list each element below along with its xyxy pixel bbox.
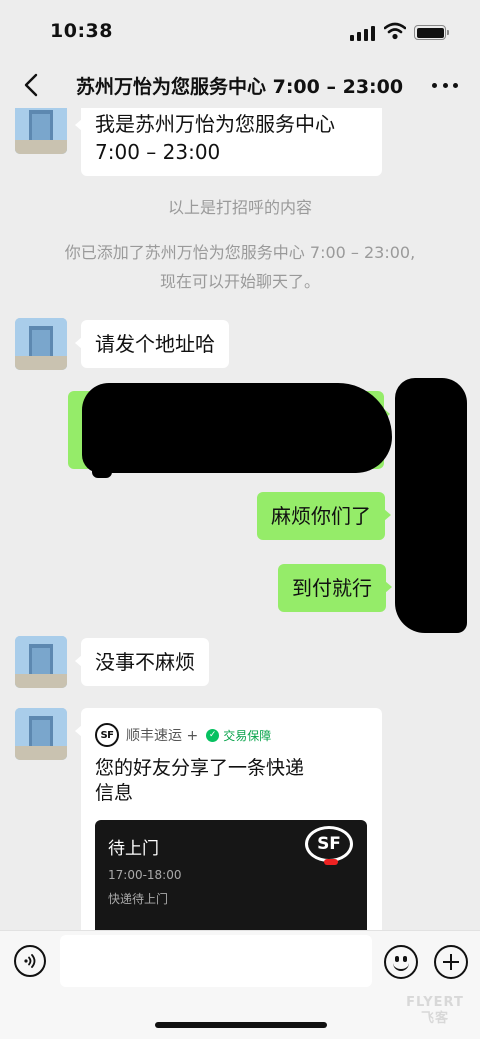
message-text: 到付就行 bbox=[292, 576, 372, 600]
message-bubble-received[interactable]: 我是苏州万怡为您服务中心 7:00 – 23:00 bbox=[75, 108, 382, 176]
more-options-button[interactable] bbox=[432, 74, 458, 96]
delivery-status-panel: 待上门 17:00-18:00 快递待上门 SF bbox=[95, 820, 367, 930]
back-button[interactable] bbox=[16, 70, 46, 100]
battery-icon bbox=[414, 25, 449, 40]
card-text: 信息 bbox=[95, 782, 134, 804]
message-bubble-received[interactable]: 请发个地址哈 bbox=[75, 320, 229, 368]
message-list[interactable]: 我是苏州万怡为您服务中心 7:00 – 23:00 以上是打招呼的内容 你已添加… bbox=[0, 108, 480, 930]
message-bubble-received[interactable]: 没事不麻烦 bbox=[75, 638, 209, 686]
guarantee-badge: ✓ 交易保障 bbox=[206, 727, 271, 744]
emoji-button[interactable] bbox=[384, 945, 418, 979]
redaction-mark bbox=[82, 383, 392, 473]
flyert-watermark: FLYERT 飞客 bbox=[406, 995, 464, 1026]
more-dots-icon bbox=[432, 82, 437, 88]
sf-logo-icon: SF bbox=[95, 723, 119, 747]
sf-express-share-card[interactable]: SF 顺丰速运 + ✓ 交易保障 您的好友分享了一条快递 信息 待上门 17:0… bbox=[75, 708, 382, 930]
message-text: 没事不麻烦 bbox=[95, 650, 195, 674]
voice-input-button[interactable] bbox=[14, 945, 46, 977]
contact-avatar[interactable] bbox=[15, 636, 67, 688]
wifi-icon bbox=[383, 22, 407, 40]
status-time: 10:38 bbox=[50, 20, 113, 42]
delivery-sub-status: 快递待上门 bbox=[108, 892, 169, 906]
more-functions-button[interactable] bbox=[434, 945, 468, 979]
card-brand: 顺丰速运 + bbox=[126, 728, 199, 744]
status-bar: 10:38 bbox=[0, 0, 480, 62]
chat-title: 苏州万怡为您服务中心 7:00 – 23:00 bbox=[76, 76, 404, 98]
card-text: 您的好友分享了一条快递 bbox=[95, 757, 305, 779]
message-text: 请发个地址哈 bbox=[95, 332, 215, 356]
message-bubble-sent[interactable]: 麻烦你们了 bbox=[257, 492, 391, 540]
message-input[interactable] bbox=[60, 935, 372, 987]
message-text: 我是苏州万怡为您服务中心 bbox=[95, 112, 335, 136]
system-notice: 现在可以开始聊天了。 bbox=[159, 272, 320, 291]
contact-avatar[interactable] bbox=[15, 318, 67, 370]
contact-avatar[interactable] bbox=[15, 708, 67, 760]
message-text: 7:00 – 23:00 bbox=[95, 140, 221, 164]
delivery-time-window: 17:00-18:00 bbox=[108, 868, 182, 882]
home-indicator[interactable] bbox=[155, 1022, 327, 1028]
guarantee-label: 交易保障 bbox=[223, 728, 272, 743]
check-shield-icon: ✓ bbox=[206, 728, 220, 742]
system-notice: 你已添加了苏州万怡为您服务中心 7:00 – 23:00, bbox=[64, 243, 416, 262]
chat-header: 苏州万怡为您服务中心 7:00 – 23:00 bbox=[0, 62, 480, 108]
input-bar: FLYERT 飞客 bbox=[0, 930, 480, 1039]
message-bubble-sent[interactable]: 到付就行 bbox=[278, 564, 392, 612]
system-notice: 以上是打招呼的内容 bbox=[167, 198, 312, 217]
redaction-mark bbox=[92, 438, 112, 478]
chevron-left-icon bbox=[24, 73, 38, 97]
voice-icon bbox=[24, 954, 36, 968]
contact-avatar[interactable] bbox=[15, 108, 67, 154]
message-text: 麻烦你们了 bbox=[271, 504, 371, 528]
cellular-signal-icon bbox=[350, 25, 376, 41]
sf-logo-large-icon: SF bbox=[305, 826, 353, 865]
redaction-mark bbox=[395, 378, 467, 633]
